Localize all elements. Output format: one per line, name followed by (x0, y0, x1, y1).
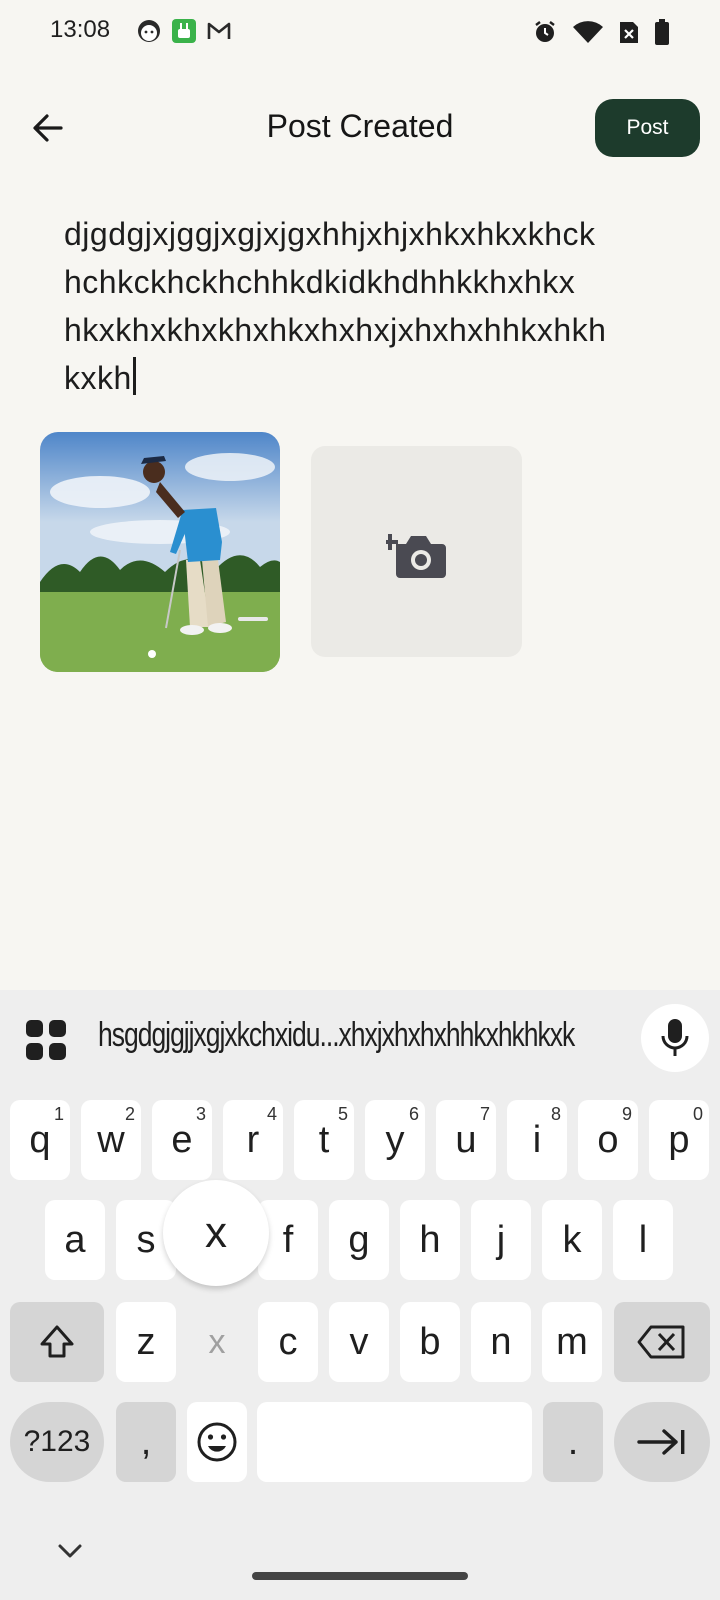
key-v[interactable]: v (329, 1302, 389, 1382)
key-hint: 6 (408, 1104, 419, 1124)
key-hint: 7 (479, 1104, 490, 1124)
shift-key[interactable] (10, 1302, 104, 1382)
key-o[interactable]: o9 (578, 1100, 638, 1180)
voice-input-button[interactable] (641, 1004, 709, 1072)
key-hint: 4 (266, 1104, 277, 1124)
key-label: y (385, 1118, 405, 1161)
microphone-icon (661, 1019, 689, 1056)
key-label: t (318, 1118, 330, 1161)
key-q[interactable]: q1 (10, 1100, 70, 1180)
tab-next-icon (637, 1429, 685, 1455)
key-b[interactable]: b (400, 1302, 460, 1382)
post-button[interactable]: Post (595, 99, 700, 157)
key-z[interactable]: z (116, 1302, 176, 1382)
backspace-icon (637, 1325, 685, 1359)
key-m[interactable]: m (542, 1302, 602, 1382)
key-hint: 3 (195, 1104, 206, 1124)
key-p[interactable]: p0 (649, 1100, 709, 1180)
key-hint: 9 (621, 1104, 632, 1124)
key-l[interactable]: l (613, 1200, 673, 1280)
key-r[interactable]: r4 (223, 1100, 283, 1180)
key-label: e (171, 1118, 193, 1161)
key-t[interactable]: t5 (294, 1100, 354, 1180)
key-label: r (246, 1118, 260, 1161)
key-label: i (532, 1118, 542, 1161)
key-label: p (668, 1118, 690, 1161)
face-app-icon (138, 20, 160, 42)
attached-photo[interactable] (40, 432, 280, 672)
battery-icon (655, 19, 669, 45)
wifi-icon (573, 21, 603, 43)
key-hint: 8 (550, 1104, 561, 1124)
post-text-input[interactable]: djgdgjxjggjxgjxjgxhhjxhjxhkxhkxkhck hchk… (64, 210, 684, 402)
shift-icon (40, 1325, 74, 1358)
post-text-content: djgdgjxjggjxgjxjgxhhjxhjxhkxhkxkhck hchk… (64, 216, 607, 396)
key-g[interactable]: g (329, 1200, 389, 1280)
key-x[interactable]: x (187, 1302, 247, 1382)
key-hint: 0 (692, 1104, 703, 1124)
key-y[interactable]: y6 (365, 1100, 425, 1180)
emoji-key[interactable] (187, 1402, 247, 1482)
key-label: q (29, 1118, 51, 1161)
add-photo-button[interactable] (311, 446, 522, 657)
chevron-down-icon (58, 1544, 82, 1558)
key-n[interactable]: n (471, 1302, 531, 1382)
golfer-photo-image (40, 432, 280, 672)
key-hint: 2 (124, 1104, 135, 1124)
text-cursor (132, 357, 136, 395)
key-hint: 5 (337, 1104, 348, 1124)
key-c[interactable]: c (258, 1302, 318, 1382)
status-time: 13:08 (50, 16, 111, 43)
key-label: u (455, 1118, 477, 1161)
status-left-icons (136, 18, 232, 44)
alarm-icon (535, 21, 555, 42)
key-h[interactable]: h (400, 1200, 460, 1280)
collapse-keyboard-button[interactable] (50, 1536, 90, 1566)
keyboard-apps-button[interactable] (24, 1018, 68, 1062)
gmail-icon (207, 22, 231, 39)
no-sim-icon (620, 22, 638, 43)
green-app-icon (172, 19, 196, 43)
period-key[interactable]: . (543, 1402, 603, 1482)
key-hint: 1 (53, 1104, 64, 1124)
key-e[interactable]: e3 (152, 1100, 212, 1180)
comma-key[interactable]: , (116, 1402, 176, 1482)
next-field-key[interactable] (614, 1402, 710, 1482)
key-i[interactable]: i8 (507, 1100, 567, 1180)
backspace-key[interactable] (614, 1302, 710, 1382)
apps-grid-icon (26, 1020, 66, 1060)
add-photo-icon (385, 533, 446, 578)
key-press-popup: x (163, 1180, 269, 1286)
key-w[interactable]: w2 (81, 1100, 141, 1180)
emoji-icon (197, 1422, 237, 1462)
keyboard (0, 990, 720, 1600)
key-k[interactable]: k (542, 1200, 602, 1280)
key-j[interactable]: j (471, 1200, 531, 1280)
key-u[interactable]: u7 (436, 1100, 496, 1180)
home-indicator[interactable] (252, 1572, 468, 1580)
key-label: o (597, 1118, 619, 1161)
space-key[interactable] (257, 1402, 532, 1482)
key-a[interactable]: a (45, 1200, 105, 1280)
status-right-icons (532, 18, 670, 46)
suggestion-text[interactable]: hsgdgjgjjxgjxkchxidu...xhxjxhxhxhhkxhkhk… (98, 1016, 575, 1055)
symbols-key[interactable]: ?123 (10, 1402, 104, 1482)
key-label: w (97, 1118, 125, 1161)
